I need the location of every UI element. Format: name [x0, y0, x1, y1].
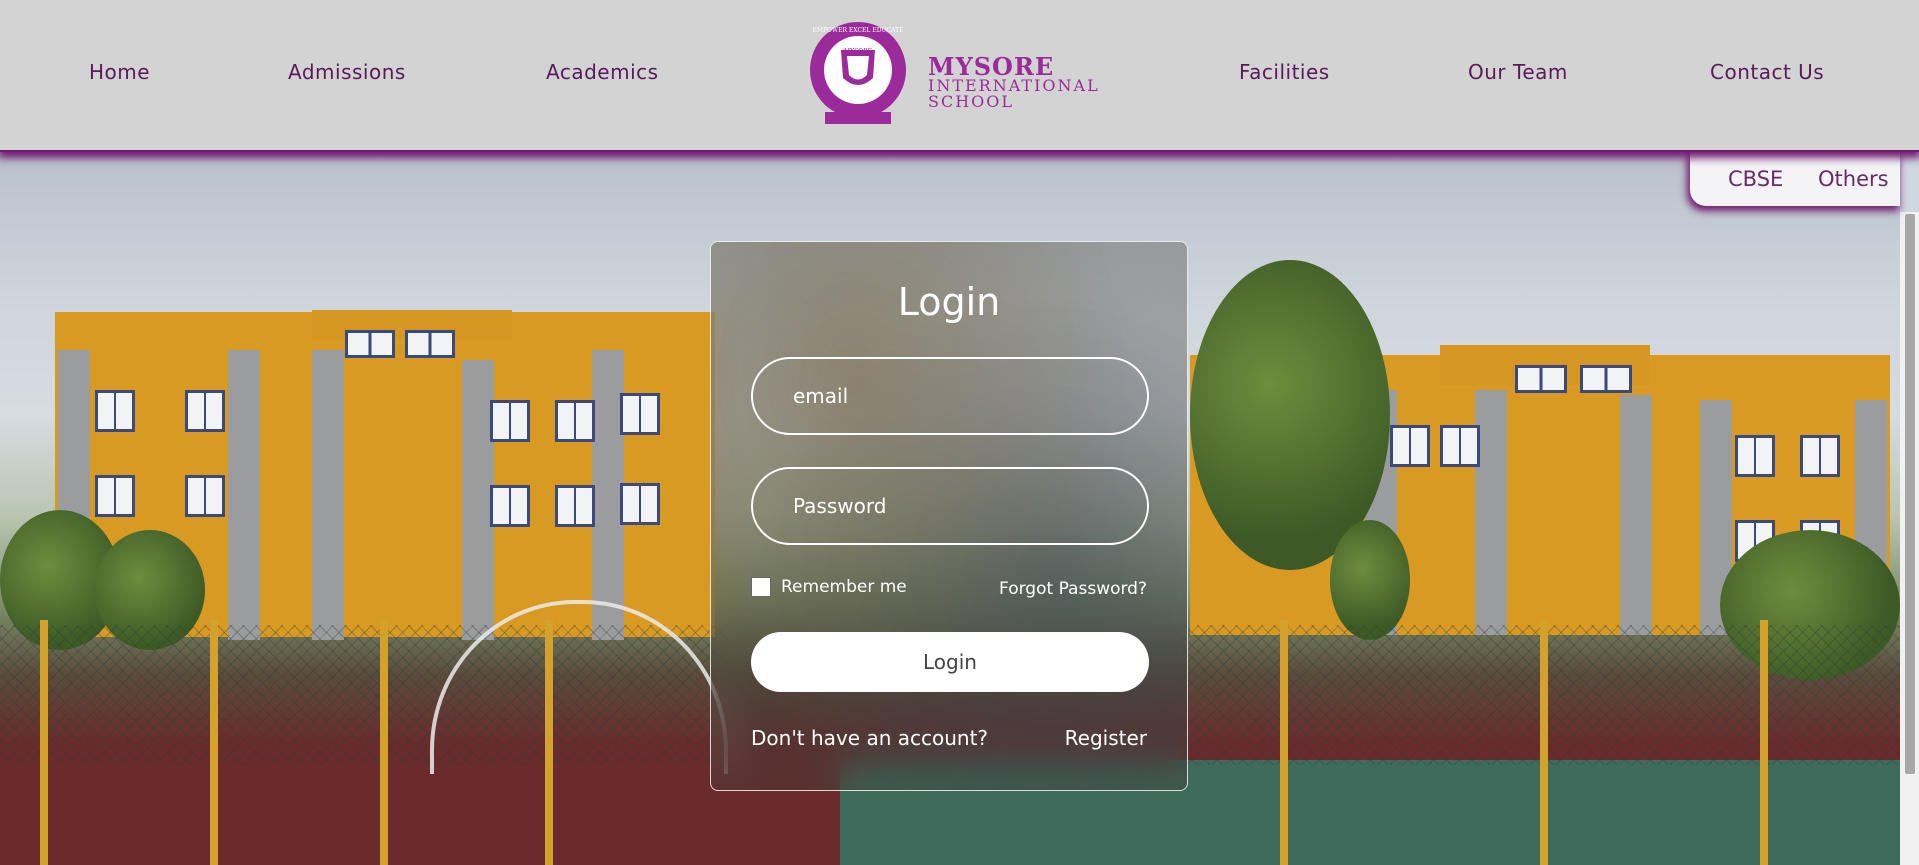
tab-cbse[interactable]: CBSE [1728, 167, 1783, 191]
register-link[interactable]: Register [1065, 726, 1147, 750]
remember-me-label[interactable]: Remember me [781, 577, 907, 597]
window [185, 390, 225, 432]
scrollbar-thumb[interactable] [1905, 214, 1915, 774]
window [1390, 425, 1430, 467]
window [95, 390, 135, 432]
nav-facilities[interactable]: Facilities [1239, 60, 1330, 84]
nav-home[interactable]: Home [89, 60, 150, 84]
window [620, 393, 660, 435]
email-field[interactable] [751, 357, 1149, 435]
pillar [1620, 395, 1652, 635]
curriculum-tabs: CBSE Others [1690, 151, 1900, 206]
school-seal-logo[interactable]: EMPOWER EXCEL EDUCATE MYSORE [803, 20, 913, 130]
tree [1330, 520, 1410, 640]
fence-post [1540, 620, 1548, 865]
login-title: Login [897, 280, 1001, 324]
window [555, 400, 595, 442]
window [405, 330, 455, 358]
pillar [228, 350, 260, 640]
window [1580, 365, 1632, 393]
wordmark-line-1: MYSORE [928, 52, 1055, 81]
nav-academics[interactable]: Academics [546, 60, 659, 84]
login-button[interactable]: Login [751, 632, 1149, 692]
window [490, 400, 530, 442]
window [620, 483, 660, 525]
remember-me-checkbox[interactable] [751, 577, 771, 597]
shield-inner [847, 56, 869, 80]
password-field[interactable] [751, 467, 1149, 545]
wordmark-line-3: SCHOOL [928, 92, 1015, 111]
seal-ribbon [825, 112, 891, 124]
window [95, 475, 135, 517]
fence-post [1280, 620, 1288, 865]
window [1440, 425, 1480, 467]
no-account-text: Don't have an account? [751, 726, 989, 750]
fence-post [380, 620, 388, 865]
nav-contact-us[interactable]: Contact Us [1710, 60, 1824, 84]
remember-me-row: Remember me [751, 577, 907, 597]
window [555, 485, 595, 527]
school-wordmark[interactable]: MYSORE INTERNATIONAL SCHOOL [928, 52, 1100, 111]
window [490, 485, 530, 527]
window [1515, 365, 1567, 393]
fence-post [40, 620, 48, 865]
window [345, 330, 395, 358]
seal-inner-text: MYSORE [844, 48, 872, 55]
window [1800, 435, 1840, 477]
fence-post [1760, 620, 1768, 865]
tab-others[interactable]: Others [1818, 167, 1889, 191]
nav-admissions[interactable]: Admissions [288, 60, 406, 84]
window [1735, 435, 1775, 477]
fence-post [210, 620, 218, 865]
nav-our-team[interactable]: Our Team [1468, 60, 1568, 84]
pillar [312, 350, 344, 640]
forgot-password-link[interactable]: Forgot Password? [999, 579, 1147, 599]
login-card: Login Remember me Forgot Password? Login… [710, 241, 1188, 791]
top-navbar: Home Admissions Academics EMPOWER EXCEL … [0, 0, 1919, 152]
window [185, 475, 225, 517]
seal-motto: EMPOWER EXCEL EDUCATE [812, 27, 903, 34]
